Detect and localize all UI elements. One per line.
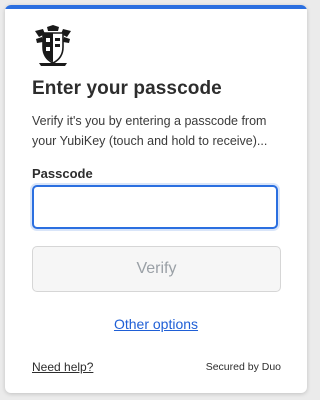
need-help-link[interactable]: Need help?: [32, 360, 93, 374]
instructions-text: Verify it's you by entering a passcode f…: [32, 114, 268, 148]
verify-button[interactable]: Verify: [32, 246, 281, 292]
secured-by-text: Secured by Duo: [205, 361, 281, 373]
auth-card: Enter your passcode Verify it's you by e…: [5, 5, 307, 393]
passcode-input[interactable]: [32, 185, 278, 229]
passcode-label: Passcode: [32, 166, 93, 181]
accent-bar: [5, 5, 307, 9]
page-title: Enter your passcode: [32, 78, 222, 99]
other-options-link[interactable]: Other options: [5, 316, 307, 332]
university-crest-icon: [33, 25, 73, 67]
